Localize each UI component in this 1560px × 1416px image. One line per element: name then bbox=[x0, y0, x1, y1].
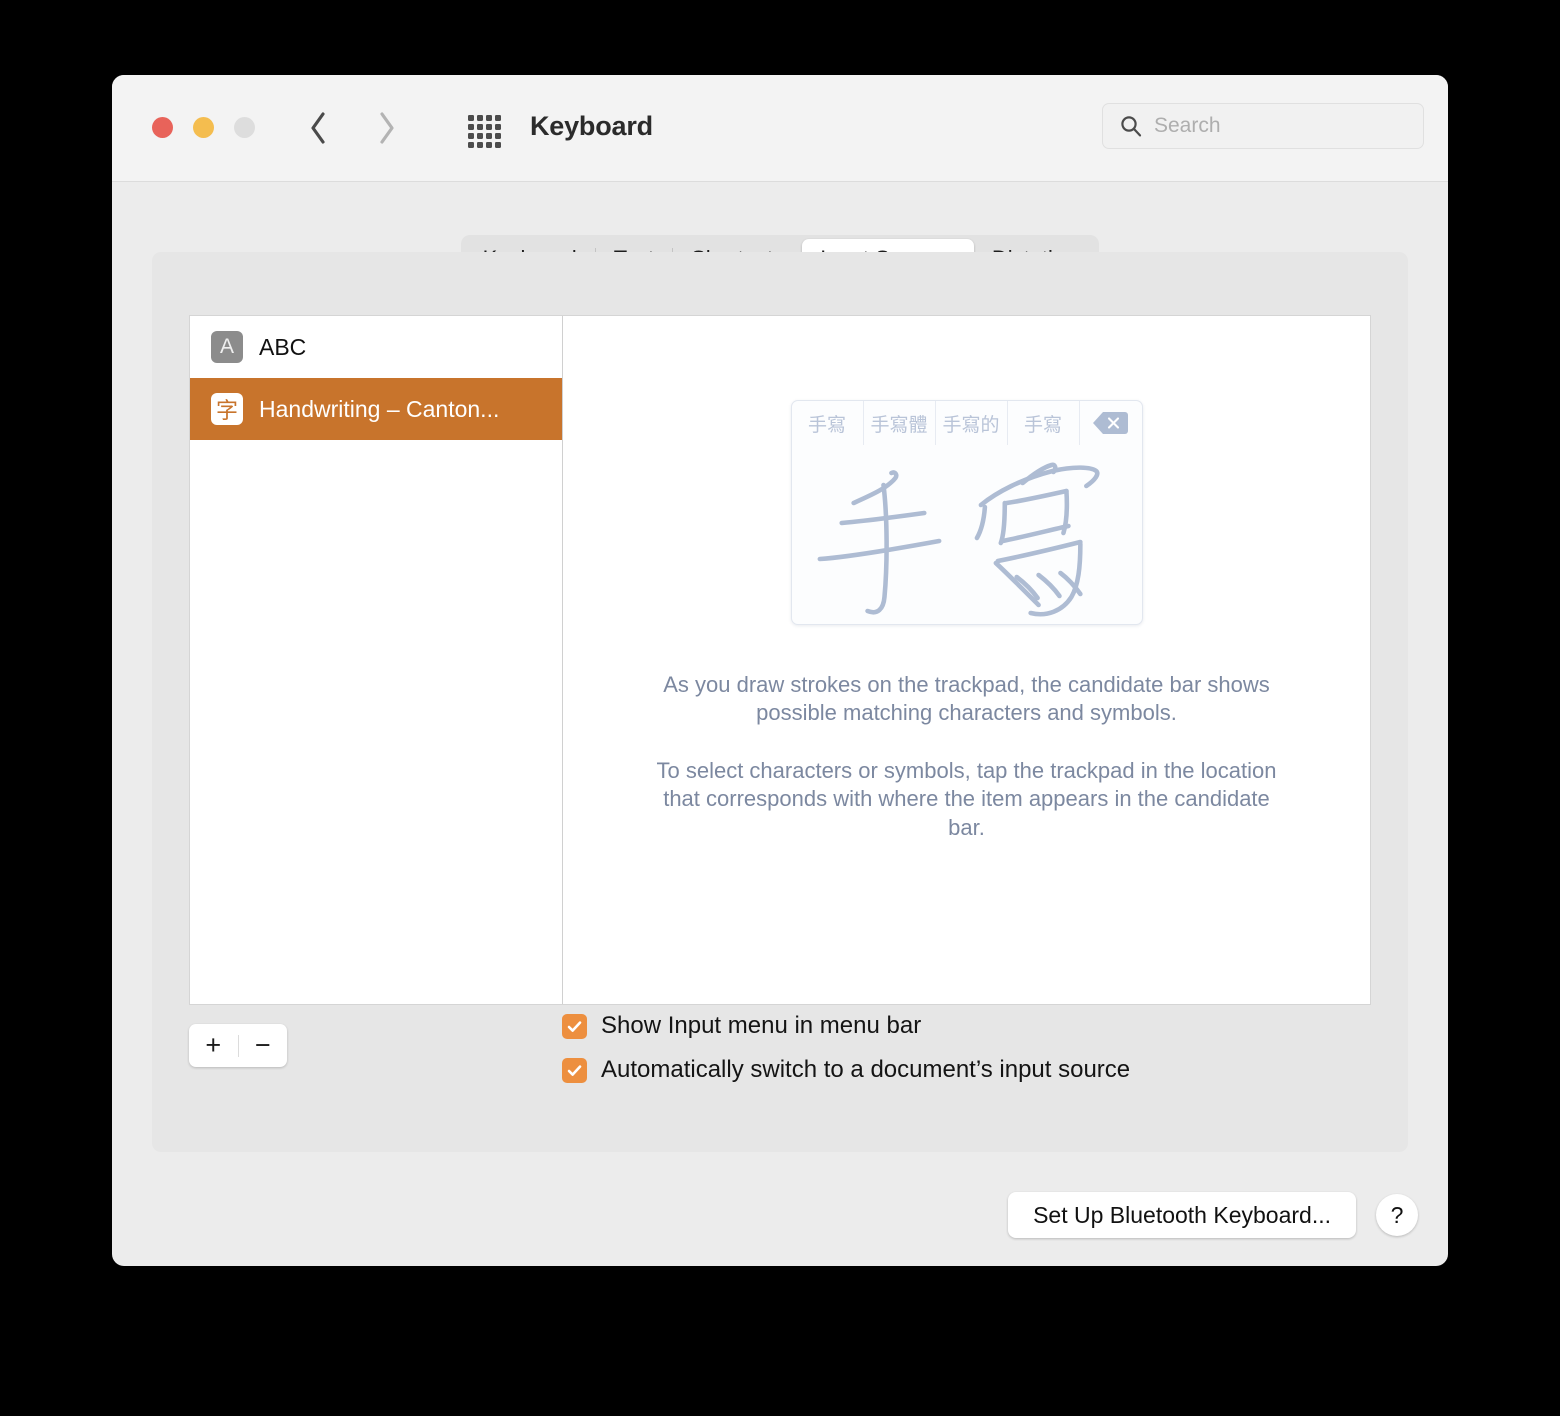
checkmark-icon bbox=[567, 1020, 582, 1032]
handwritten-characters-illustration bbox=[817, 462, 1099, 617]
abc-source-icon: A bbox=[211, 331, 243, 363]
candidate-bar: 手寫 手寫體 手寫的 手寫 bbox=[792, 401, 1142, 445]
handwriting-source-icon: 字 bbox=[211, 393, 243, 425]
checkmark-icon bbox=[567, 1064, 582, 1076]
preview-description: As you draw strokes on the trackpad, the… bbox=[647, 671, 1287, 842]
search-field[interactable]: Search bbox=[1102, 103, 1424, 149]
candidate-item[interactable]: 手寫 bbox=[792, 401, 864, 445]
list-item-label: ABC bbox=[259, 333, 307, 360]
checkbox-checked-icon[interactable] bbox=[562, 1057, 587, 1083]
handwriting-canvas[interactable] bbox=[792, 445, 1142, 624]
delete-key-button[interactable] bbox=[1080, 401, 1142, 445]
checkbox-auto-switch[interactable]: Automatically switch to a document’s inp… bbox=[562, 1056, 1130, 1084]
input-source-list[interactable]: A ABC 字 Handwriting – Canton... bbox=[190, 316, 563, 1004]
options-checkboxes: Show Input menu in menu bar Automaticall… bbox=[562, 1012, 1130, 1100]
close-button[interactable] bbox=[152, 117, 173, 138]
list-item-label: Handwriting – Canton... bbox=[259, 395, 500, 422]
list-item[interactable]: A ABC bbox=[190, 316, 562, 378]
input-sources-panel: A ABC 字 Handwriting – Canton... 手寫 手寫體 手… bbox=[152, 252, 1408, 1152]
candidate-item[interactable]: 手寫 bbox=[1008, 401, 1080, 445]
show-all-preferences-icon[interactable] bbox=[468, 115, 501, 148]
minimize-button[interactable] bbox=[193, 117, 214, 138]
help-button[interactable]: ? bbox=[1376, 1194, 1418, 1236]
delete-key-icon bbox=[1093, 412, 1128, 434]
chevron-left-icon[interactable] bbox=[308, 111, 328, 145]
remove-source-button[interactable]: − bbox=[239, 1024, 288, 1067]
window-toolbar: Keyboard Search bbox=[112, 75, 1448, 182]
source-preview-pane: 手寫 手寫體 手寫的 手寫 As you draw strokes on the… bbox=[563, 316, 1370, 1004]
candidate-item[interactable]: 手寫體 bbox=[864, 401, 936, 445]
description-line-2: To select characters or symbols, tap the… bbox=[656, 758, 1277, 840]
traffic-light-group bbox=[152, 117, 255, 138]
candidate-item[interactable]: 手寫的 bbox=[936, 401, 1008, 445]
description-line-1: As you draw strokes on the trackpad, the… bbox=[663, 672, 1270, 726]
checkbox-label: Automatically switch to a document’s inp… bbox=[601, 1056, 1131, 1083]
chevron-right-icon[interactable] bbox=[376, 111, 396, 145]
zoom-button[interactable] bbox=[234, 117, 255, 138]
navigation-arrows bbox=[308, 111, 396, 145]
search-placeholder: Search bbox=[1154, 114, 1221, 137]
checkbox-checked-icon[interactable] bbox=[562, 1013, 587, 1039]
list-item[interactable]: 字 Handwriting – Canton... bbox=[190, 378, 562, 440]
checkbox-label: Show Input menu in menu bar bbox=[601, 1012, 922, 1039]
add-remove-source-group: + − bbox=[189, 1024, 287, 1067]
set-up-bluetooth-keyboard-button[interactable]: Set Up Bluetooth Keyboard... bbox=[1008, 1192, 1356, 1238]
sources-and-preview-box: A ABC 字 Handwriting – Canton... 手寫 手寫體 手… bbox=[189, 315, 1371, 1005]
window-footer: Set Up Bluetooth Keyboard... ? bbox=[1008, 1192, 1418, 1238]
add-source-button[interactable]: + bbox=[189, 1024, 238, 1067]
search-icon bbox=[1121, 116, 1142, 137]
checkbox-show-input-menu[interactable]: Show Input menu in menu bar bbox=[562, 1012, 1130, 1040]
preferences-window: Keyboard Search Keyboard Text Shortcuts … bbox=[112, 75, 1448, 1266]
handwriting-preview-widget: 手寫 手寫體 手寫的 手寫 bbox=[790, 400, 1143, 625]
page-title: Keyboard bbox=[530, 111, 653, 141]
